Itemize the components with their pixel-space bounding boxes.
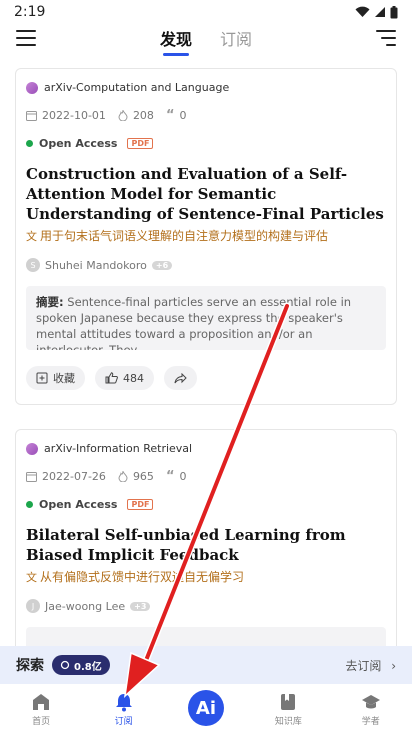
abstract-text: Sentence-final particles serve an essent…	[36, 295, 352, 350]
go-subscribe-label: 去订阅	[345, 658, 382, 673]
nav-home[interactable]: 首页	[11, 692, 71, 727]
chevron-right-icon: ›	[391, 658, 396, 673]
paper-source: arXiv-Information Retrieval	[26, 442, 386, 455]
view-count: 208	[132, 109, 154, 122]
signal-icon	[375, 7, 385, 17]
paper-translated-title: 文 从有偏隐式反馈中进行双边自无偏学习	[26, 568, 386, 585]
explore-bar[interactable]: 探索 0.8亿 去订阅 ›	[0, 646, 412, 684]
card-actions: 收藏 484	[26, 366, 386, 390]
nav-scholar[interactable]: 学者	[341, 692, 401, 727]
paper-abstract[interactable]: 摘要: Sentence-final particles serve an es…	[26, 286, 386, 350]
calendar-icon	[26, 111, 37, 121]
explore-count-badge: 0.8亿	[52, 655, 110, 675]
paper-authors[interactable]: J Jae-woong Lee +3	[26, 599, 386, 613]
save-button[interactable]: 收藏	[26, 366, 85, 390]
like-count: 484	[123, 371, 144, 385]
flame-icon	[118, 471, 128, 482]
battery-icon	[390, 5, 398, 18]
paper-abstract[interactable]	[26, 627, 386, 646]
paper-title[interactable]: Construction and Evaluation of a Self-At…	[26, 164, 386, 224]
refresh-icon	[60, 660, 70, 670]
nav-subscribe-label: 订阅	[114, 716, 133, 727]
open-access-row: Open Access PDF	[26, 498, 386, 511]
pdf-badge[interactable]: PDF	[127, 138, 154, 149]
save-label: 收藏	[53, 372, 75, 385]
cite-count: 0	[179, 470, 187, 483]
home-icon	[33, 693, 50, 710]
flame-icon	[118, 110, 128, 121]
paper-date: 2022-07-26	[42, 470, 106, 483]
open-access-label: Open Access	[39, 137, 118, 150]
paper-meta: 2022-07-26 965 “ 0	[26, 469, 386, 484]
source-name: arXiv-Information Retrieval	[44, 442, 193, 455]
paper-source: arXiv-Computation and Language	[26, 81, 386, 94]
open-access-dot	[26, 501, 33, 508]
nav-knowledge-base[interactable]: 知识库	[258, 692, 318, 727]
source-name: arXiv-Computation and Language	[44, 81, 230, 94]
pdf-badge[interactable]: PDF	[127, 499, 154, 510]
paper-authors[interactable]: S Shuhei Mandokoro +6	[26, 258, 386, 272]
source-icon	[26, 442, 38, 455]
bottom-nav: 首页 订阅 Ai 知识库 学者	[0, 684, 412, 734]
calendar-icon	[26, 472, 37, 482]
source-icon	[26, 81, 38, 94]
share-icon	[174, 372, 187, 383]
open-access-dot	[26, 140, 33, 147]
open-access-label: Open Access	[39, 498, 118, 511]
author-avatar: S	[26, 258, 40, 272]
view-count: 965	[132, 470, 154, 483]
cite-count: 0	[179, 109, 187, 122]
paper-card[interactable]: arXiv-Computation and Language 2022-10-0…	[15, 68, 397, 405]
tab-subscribe[interactable]: 订阅	[220, 26, 252, 54]
paper-title[interactable]: Bilateral Self-unbiased Learning from Bi…	[26, 525, 386, 565]
more-authors-badge: +3	[130, 601, 151, 611]
status-bar: 2:19	[0, 0, 412, 24]
top-header: 发现 订阅	[0, 24, 412, 60]
paper-meta: 2022-10-01 208 “ 0	[26, 108, 386, 123]
nav-scholar-label: 学者	[361, 716, 380, 727]
ai-icon: Ai	[187, 690, 224, 726]
bookmark-add-icon	[36, 372, 48, 384]
explore-count: 0.8亿	[74, 661, 102, 673]
explore-label: 探索	[16, 658, 44, 674]
open-access-row: Open Access PDF	[26, 137, 386, 150]
nav-subscribe[interactable]: 订阅	[94, 692, 154, 727]
go-subscribe-link[interactable]: 去订阅 ›	[345, 657, 396, 674]
translated-title-text: 用于句末话气词语义理解的自注意力模型的构建与评估	[40, 229, 329, 243]
more-authors-badge: +6	[151, 260, 173, 270]
translate-icon: 文	[26, 570, 37, 584]
status-time: 2:19	[14, 4, 46, 20]
quote-icon: “	[165, 469, 175, 484]
like-button[interactable]: 484	[95, 366, 154, 390]
bell-icon	[115, 693, 132, 711]
translated-title-text: 从有偏隐式反馈中进行双边自无偏学习	[40, 570, 245, 584]
wifi-icon	[355, 6, 370, 18]
nav-knowledge-base-label: 知识库	[274, 716, 302, 727]
translate-icon: 文	[26, 229, 37, 243]
paper-translated-title: 文 用于句末话气词语义理解的自注意力模型的构建与评估	[26, 227, 386, 244]
tab-discover[interactable]: 发现	[160, 26, 192, 54]
author-avatar: J	[26, 599, 40, 613]
author-name: Jae-woong Lee	[45, 599, 126, 613]
paper-date: 2022-10-01	[42, 109, 106, 122]
paper-card[interactable]: arXiv-Information Retrieval 2022-07-26 9…	[15, 429, 397, 646]
author-name: Shuhei Mandokoro	[45, 258, 147, 272]
quote-icon: “	[165, 108, 175, 123]
scholar-icon	[361, 694, 380, 708]
paper-feed[interactable]: arXiv-Computation and Language 2022-10-0…	[0, 60, 412, 646]
share-button[interactable]	[164, 366, 197, 390]
abstract-label: 摘要:	[36, 295, 64, 309]
nav-home-label: 首页	[32, 716, 51, 727]
filter-icon[interactable]	[376, 30, 396, 46]
status-icons	[355, 5, 398, 19]
thumbs-up-icon	[105, 372, 118, 384]
nav-ai[interactable]: Ai	[176, 690, 236, 726]
bookmark-icon	[281, 693, 296, 710]
top-tabs: 发现 订阅	[0, 26, 412, 54]
